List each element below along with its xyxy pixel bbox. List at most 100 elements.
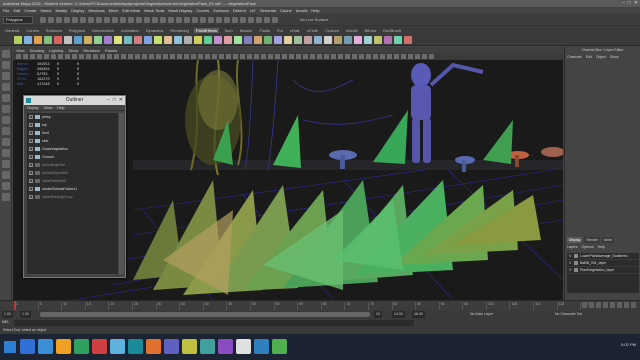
- expand-icon[interactable]: +: [29, 163, 33, 167]
- status-tool-icon[interactable]: [120, 17, 126, 23]
- shelf-tab-animation[interactable]: Animation: [119, 28, 141, 33]
- panel-tool-icon[interactable]: [114, 54, 119, 59]
- panel-menu-view[interactable]: View: [16, 48, 25, 53]
- toolbox-tool-icon[interactable]: [2, 94, 10, 102]
- status-tool-icon[interactable]: [144, 17, 150, 23]
- layer-menu-layers[interactable]: Layers: [567, 245, 578, 249]
- shelf-tool-icon[interactable]: [194, 36, 202, 44]
- menu-item-windows[interactable]: Windows: [88, 8, 104, 13]
- status-tool-icon[interactable]: [272, 17, 278, 23]
- taskbar-app-icon[interactable]: [146, 339, 161, 354]
- play-back-icon[interactable]: [603, 302, 608, 308]
- panel-tool-icon[interactable]: [72, 54, 77, 59]
- menu-item-help[interactable]: Help: [311, 8, 319, 13]
- shelf-tab-deformation[interactable]: Deformation: [90, 28, 116, 33]
- expand-icon[interactable]: +: [29, 187, 33, 191]
- toolbox-tool-icon[interactable]: [2, 171, 10, 179]
- outliner-close-button[interactable]: ✕: [119, 96, 123, 105]
- panel-tool-icon[interactable]: [415, 54, 420, 59]
- panel-tool-icon[interactable]: [198, 54, 203, 59]
- shelf-tab-toon[interactable]: Toon: [222, 28, 235, 33]
- layer-list[interactable]: V LowerPlantAverage_Scattered V BaBB_001_la…: [567, 253, 639, 293]
- menu-item-cache[interactable]: Cache: [280, 8, 292, 13]
- shelf-tool-icon[interactable]: [34, 36, 42, 44]
- menu-item-arnold[interactable]: Arnold: [296, 8, 308, 13]
- shelf-tool-icon[interactable]: [54, 36, 62, 44]
- panel-tool-icon[interactable]: [79, 54, 84, 59]
- shelf-tool-icon[interactable]: [24, 36, 32, 44]
- panel-tool-icon[interactable]: [373, 54, 378, 59]
- panel-menu-lighting[interactable]: Lighting: [49, 48, 63, 53]
- menu-item-mesh-display[interactable]: Mesh Display: [168, 8, 192, 13]
- system-clock[interactable]: 5:02 PM: [621, 342, 636, 347]
- range-inner-start-field[interactable]: 1.00: [20, 311, 31, 318]
- status-tool-icon[interactable]: [72, 17, 78, 23]
- shelf-tab-fluids[interactable]: Fluids: [257, 28, 272, 33]
- shelf-tab-surfaces[interactable]: Surfaces: [44, 28, 64, 33]
- anim-layer-dropdown[interactable]: No Anim Layer: [470, 311, 493, 318]
- shelf-tool-icon[interactable]: [154, 36, 162, 44]
- panel-tool-icon[interactable]: [44, 54, 49, 59]
- menu-item-uv[interactable]: UV: [250, 8, 256, 13]
- panel-tool-icon[interactable]: [366, 54, 371, 59]
- shelf-tool-icon[interactable]: [244, 36, 252, 44]
- shelf-tool-icon[interactable]: [394, 36, 402, 44]
- shelf-tool-icon[interactable]: [144, 36, 152, 44]
- expand-icon[interactable]: +: [29, 139, 33, 143]
- expand-icon[interactable]: +: [29, 171, 33, 175]
- status-tool-icon[interactable]: [112, 17, 118, 23]
- layer-color-swatch[interactable]: [574, 268, 578, 272]
- layer-tab-render[interactable]: Render: [584, 237, 600, 243]
- outliner-minimize-button[interactable]: –: [107, 96, 110, 105]
- menu-item-display[interactable]: Display: [71, 8, 84, 13]
- step-forward-icon[interactable]: [624, 302, 629, 308]
- panel-tool-icon[interactable]: [275, 54, 280, 59]
- panel-tool-icon[interactable]: [331, 54, 336, 59]
- menu-item-edit[interactable]: Edit: [13, 8, 20, 13]
- range-inner-end-field[interactable]: 24: [374, 311, 382, 318]
- layer-color-swatch[interactable]: [574, 254, 578, 258]
- status-tool-icon[interactable]: [128, 17, 134, 23]
- taskbar-app-icon[interactable]: [74, 339, 89, 354]
- panel-tool-icon[interactable]: [422, 54, 427, 59]
- shelf-tool-icon[interactable]: [124, 36, 132, 44]
- status-tool-icon[interactable]: [200, 17, 206, 23]
- panel-tool-icon[interactable]: [338, 54, 343, 59]
- key-back-icon[interactable]: [596, 302, 601, 308]
- layer-color-swatch[interactable]: [574, 261, 578, 265]
- status-tool-icon[interactable]: [192, 17, 198, 23]
- menu-item-edit-mesh[interactable]: Edit Mesh: [122, 8, 140, 13]
- toolbox-tool-icon[interactable]: [2, 160, 10, 168]
- panel-tool-icon[interactable]: [51, 54, 56, 59]
- panel-tool-icon[interactable]: [261, 54, 266, 59]
- expand-icon[interactable]: +: [29, 147, 33, 151]
- outliner-item[interactable]: + top: [27, 121, 118, 129]
- panel-tool-icon[interactable]: [100, 54, 105, 59]
- menu-item-deform[interactable]: Deform: [233, 8, 246, 13]
- panel-menu-panels[interactable]: Panels: [105, 48, 117, 53]
- status-tool-icon[interactable]: [64, 17, 70, 23]
- shelf-tool-icon[interactable]: [184, 36, 192, 44]
- shelf-tool-icon[interactable]: [134, 36, 142, 44]
- outliner-scrollbar[interactable]: [119, 113, 124, 274]
- panel-tool-icon[interactable]: [387, 54, 392, 59]
- shelf-tool-icon[interactable]: [254, 36, 262, 44]
- shelf-tool-icon[interactable]: [314, 36, 322, 44]
- shelf-tool-icon[interactable]: [94, 36, 102, 44]
- taskbar-app-icon[interactable]: [236, 339, 251, 354]
- layer-menu-options[interactable]: Options: [582, 245, 594, 249]
- status-tool-icon[interactable]: [136, 17, 142, 23]
- menu-item-file[interactable]: File: [3, 8, 9, 13]
- outliner-item[interactable]: + initialShadingGroup: [27, 193, 118, 201]
- shelf-tool-icon[interactable]: [334, 36, 342, 44]
- taskbar-app-icon[interactable]: [254, 339, 269, 354]
- shelf-tool-icon[interactable]: [234, 36, 242, 44]
- panel-tool-icon[interactable]: [240, 54, 245, 59]
- visibility-toggle[interactable]: V: [569, 261, 572, 265]
- display-layer-row[interactable]: V PlantVegetation_layer: [567, 267, 639, 274]
- taskbar-app-icon[interactable]: [20, 339, 35, 354]
- panel-tool-icon[interactable]: [142, 54, 147, 59]
- panel-menu-show[interactable]: Show: [68, 48, 78, 53]
- panel-tool-icon[interactable]: [282, 54, 287, 59]
- step-back-icon[interactable]: [589, 302, 594, 308]
